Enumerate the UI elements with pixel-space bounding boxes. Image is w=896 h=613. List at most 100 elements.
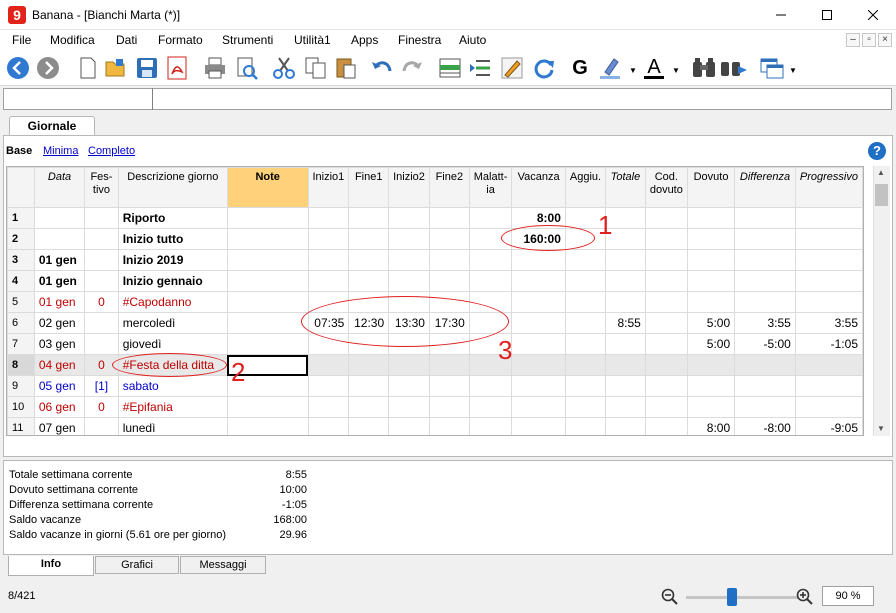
cell-aggiu[interactable] [564, 291, 607, 313]
cell-data[interactable]: 05 gen [33, 375, 86, 397]
cell-fine1[interactable] [348, 207, 390, 229]
cell-aggiu[interactable] [564, 375, 607, 397]
table-row[interactable]: 11 07 gen lunedì 8:00 -8:00 -9:05 [7, 417, 863, 435]
col-header-differenza[interactable]: Differenza [734, 167, 796, 208]
scroll-down-icon[interactable]: ▼ [877, 424, 885, 433]
cell-inizio2[interactable] [388, 207, 430, 229]
cell-dovuto[interactable] [686, 207, 736, 229]
formula-bar[interactable] [3, 88, 892, 110]
cell-fine2[interactable] [428, 417, 470, 435]
menu-aiuto[interactable]: Aiuto [459, 33, 486, 47]
cell-dovuto[interactable] [686, 249, 736, 271]
cell-inizio1[interactable] [307, 228, 350, 250]
cell-fine2[interactable] [428, 228, 470, 250]
cell-descrizione[interactable]: lunedì [117, 417, 228, 435]
menu-modifica[interactable]: Modifica [50, 33, 95, 47]
col-header-dovuto[interactable]: Dovuto [686, 167, 736, 208]
view-base[interactable]: Base [6, 145, 32, 157]
cell-fine1[interactable] [348, 354, 390, 376]
cell-progressivo[interactable] [794, 270, 863, 292]
cell-inizio2[interactable] [388, 249, 430, 271]
cell-fine1[interactable] [348, 228, 390, 250]
cell-vacanza[interactable] [511, 249, 566, 271]
cell-totale[interactable] [605, 354, 646, 376]
tab-giornale[interactable]: Giornale [9, 116, 95, 136]
zoom-input[interactable]: 90 % [822, 586, 874, 606]
cell-vacanza[interactable] [511, 396, 566, 418]
col-header-cod-dovuto[interactable]: Cod. dovuto [644, 167, 688, 208]
cell-dovuto[interactable]: 8:00 [686, 417, 736, 435]
cell-festivo[interactable] [84, 333, 119, 355]
cell-fine2[interactable] [428, 354, 470, 376]
cell-malattia[interactable] [468, 270, 513, 292]
insert-row-button[interactable] [466, 54, 494, 82]
cell-vacanza[interactable] [511, 375, 566, 397]
cell-progressivo[interactable] [794, 291, 863, 313]
col-header-note[interactable]: Note [226, 167, 309, 208]
col-header-aggiu[interactable]: Aggiu. [564, 167, 607, 208]
col-header-fine1[interactable]: Fine1 [348, 167, 390, 208]
cell-vacanza[interactable] [511, 312, 566, 334]
menu-file[interactable]: File [12, 33, 31, 47]
highlight-button[interactable] [598, 54, 626, 82]
cell-inizio2[interactable] [388, 228, 430, 250]
cell-descrizione[interactable]: #Epifania [117, 396, 228, 418]
cell-differenza[interactable]: -5:00 [734, 333, 796, 355]
cell-totale[interactable] [605, 417, 646, 435]
highlight-dropdown-icon[interactable]: ▼ [629, 66, 637, 75]
cell-cod-dovuto[interactable] [644, 312, 688, 334]
cell-data[interactable]: 02 gen [33, 312, 86, 334]
find-button[interactable] [690, 54, 718, 82]
help-icon[interactable]: ? [868, 142, 886, 160]
vertical-scrollbar[interactable] [873, 166, 890, 436]
cell-dovuto[interactable] [686, 354, 736, 376]
cell-dovuto[interactable] [686, 291, 736, 313]
cell-vacanza[interactable] [511, 417, 566, 435]
cell-cod-dovuto[interactable] [644, 396, 688, 418]
bold-button[interactable]: G [566, 54, 594, 82]
cell-cod-dovuto[interactable] [644, 333, 688, 355]
cell-festivo[interactable] [84, 270, 119, 292]
menu-dati[interactable]: Dati [116, 33, 137, 47]
cell-progressivo[interactable]: -1:05 [794, 333, 863, 355]
cell-differenza[interactable] [734, 228, 796, 250]
cell-differenza[interactable] [734, 354, 796, 376]
cell-cod-dovuto[interactable] [644, 207, 688, 229]
scroll-up-icon[interactable]: ▲ [877, 168, 885, 177]
cell-dovuto[interactable] [686, 375, 736, 397]
col-header-descrizione[interactable]: Descrizione giorno [117, 167, 228, 208]
cell-data[interactable]: 06 gen [33, 396, 86, 418]
cut-button[interactable] [270, 54, 298, 82]
cell-totale[interactable] [605, 291, 646, 313]
cell-cod-dovuto[interactable] [644, 354, 688, 376]
cell-inizio1[interactable] [307, 375, 350, 397]
cell-progressivo[interactable] [794, 396, 863, 418]
menu-apps[interactable]: Apps [351, 33, 378, 47]
cell-totale[interactable] [605, 333, 646, 355]
cell-progressivo[interactable]: -9:05 [794, 417, 863, 435]
cell-malattia[interactable] [468, 375, 513, 397]
cell-cod-dovuto[interactable] [644, 249, 688, 271]
cell-dovuto[interactable] [686, 270, 736, 292]
cell-totale[interactable] [605, 249, 646, 271]
cell-fine1[interactable] [348, 270, 390, 292]
print-button[interactable] [201, 54, 229, 82]
cell-malattia[interactable] [468, 396, 513, 418]
cell-aggiu[interactable] [564, 270, 607, 292]
cell-inizio1[interactable] [307, 417, 350, 435]
cell-inizio2[interactable] [388, 417, 430, 435]
cell-descrizione[interactable]: mercoledì [117, 312, 228, 334]
col-header-progressivo[interactable]: Progressivo [794, 167, 863, 208]
table-row[interactable]: 4 01 gen Inizio gennaio [7, 270, 863, 292]
cell-inizio1[interactable] [307, 249, 350, 271]
cell-aggiu[interactable] [564, 417, 607, 435]
paste-button[interactable] [332, 54, 360, 82]
cell-descrizione[interactable]: Riporto [117, 207, 228, 229]
cell-descrizione[interactable]: Inizio gennaio [117, 270, 228, 292]
cell-fine1[interactable] [348, 417, 390, 435]
tab-grafici[interactable]: Grafici [95, 556, 179, 574]
cell-differenza[interactable] [734, 270, 796, 292]
cell-note[interactable] [226, 291, 309, 313]
cell-note[interactable] [226, 207, 309, 229]
cell-vacanza[interactable] [511, 270, 566, 292]
